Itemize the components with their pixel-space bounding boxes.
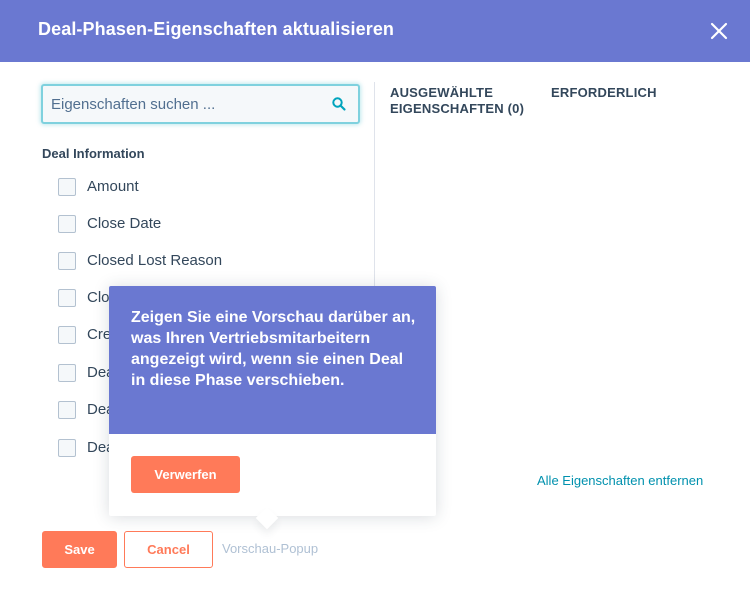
property-item-amount[interactable]: Amount: [58, 177, 358, 199]
property-label: Cre: [87, 326, 112, 343]
dismiss-button[interactable]: Verwerfen: [131, 456, 240, 493]
property-item-close-date[interactable]: Close Date: [58, 214, 358, 236]
cancel-button[interactable]: Cancel: [124, 531, 213, 568]
checkbox[interactable]: [58, 215, 76, 233]
required-heading: ERFORDERLICH: [551, 85, 657, 100]
selected-properties-heading: AUSGEWÄHLTE EIGENSCHAFTEN (0): [390, 85, 525, 116]
remove-all-properties-link[interactable]: Alle Eigenschaften entfernen: [537, 473, 703, 488]
checkbox[interactable]: [58, 364, 76, 382]
popover-header: Zeigen Sie eine Vorschau darüber an, was…: [109, 286, 436, 434]
popover-arrow: [255, 506, 279, 530]
dialog-title: Deal-Phasen-Eigenschaften aktualisieren: [38, 19, 395, 39]
column-divider: [374, 82, 375, 292]
search-input[interactable]: [51, 86, 321, 122]
save-button[interactable]: Save: [42, 531, 117, 568]
property-label: Clo: [87, 289, 110, 306]
checkbox[interactable]: [58, 178, 76, 196]
checkbox[interactable]: [58, 439, 76, 457]
search-box: [41, 84, 360, 124]
dialog-header: Deal-Phasen-Eigenschaften aktualisieren: [0, 0, 750, 62]
close-icon[interactable]: [706, 18, 732, 44]
property-label: Closed Lost Reason: [87, 252, 223, 269]
preview-popover: Zeigen Sie eine Vorschau darüber an, was…: [109, 286, 436, 530]
checkbox[interactable]: [58, 289, 76, 307]
search-icon[interactable]: [331, 96, 347, 112]
property-label: Amount: [87, 178, 139, 195]
property-label: Close Date: [87, 215, 162, 232]
checkbox[interactable]: [58, 326, 76, 344]
section-label-deal-information: Deal Information: [42, 146, 145, 161]
checkbox[interactable]: [58, 252, 76, 270]
preview-popup-link[interactable]: Vorschau-Popup: [222, 541, 318, 556]
property-item-closed-lost-reason[interactable]: Closed Lost Reason: [58, 251, 358, 273]
popover-text: Zeigen Sie eine Vorschau darüber an, was…: [131, 309, 416, 389]
checkbox[interactable]: [58, 401, 76, 419]
